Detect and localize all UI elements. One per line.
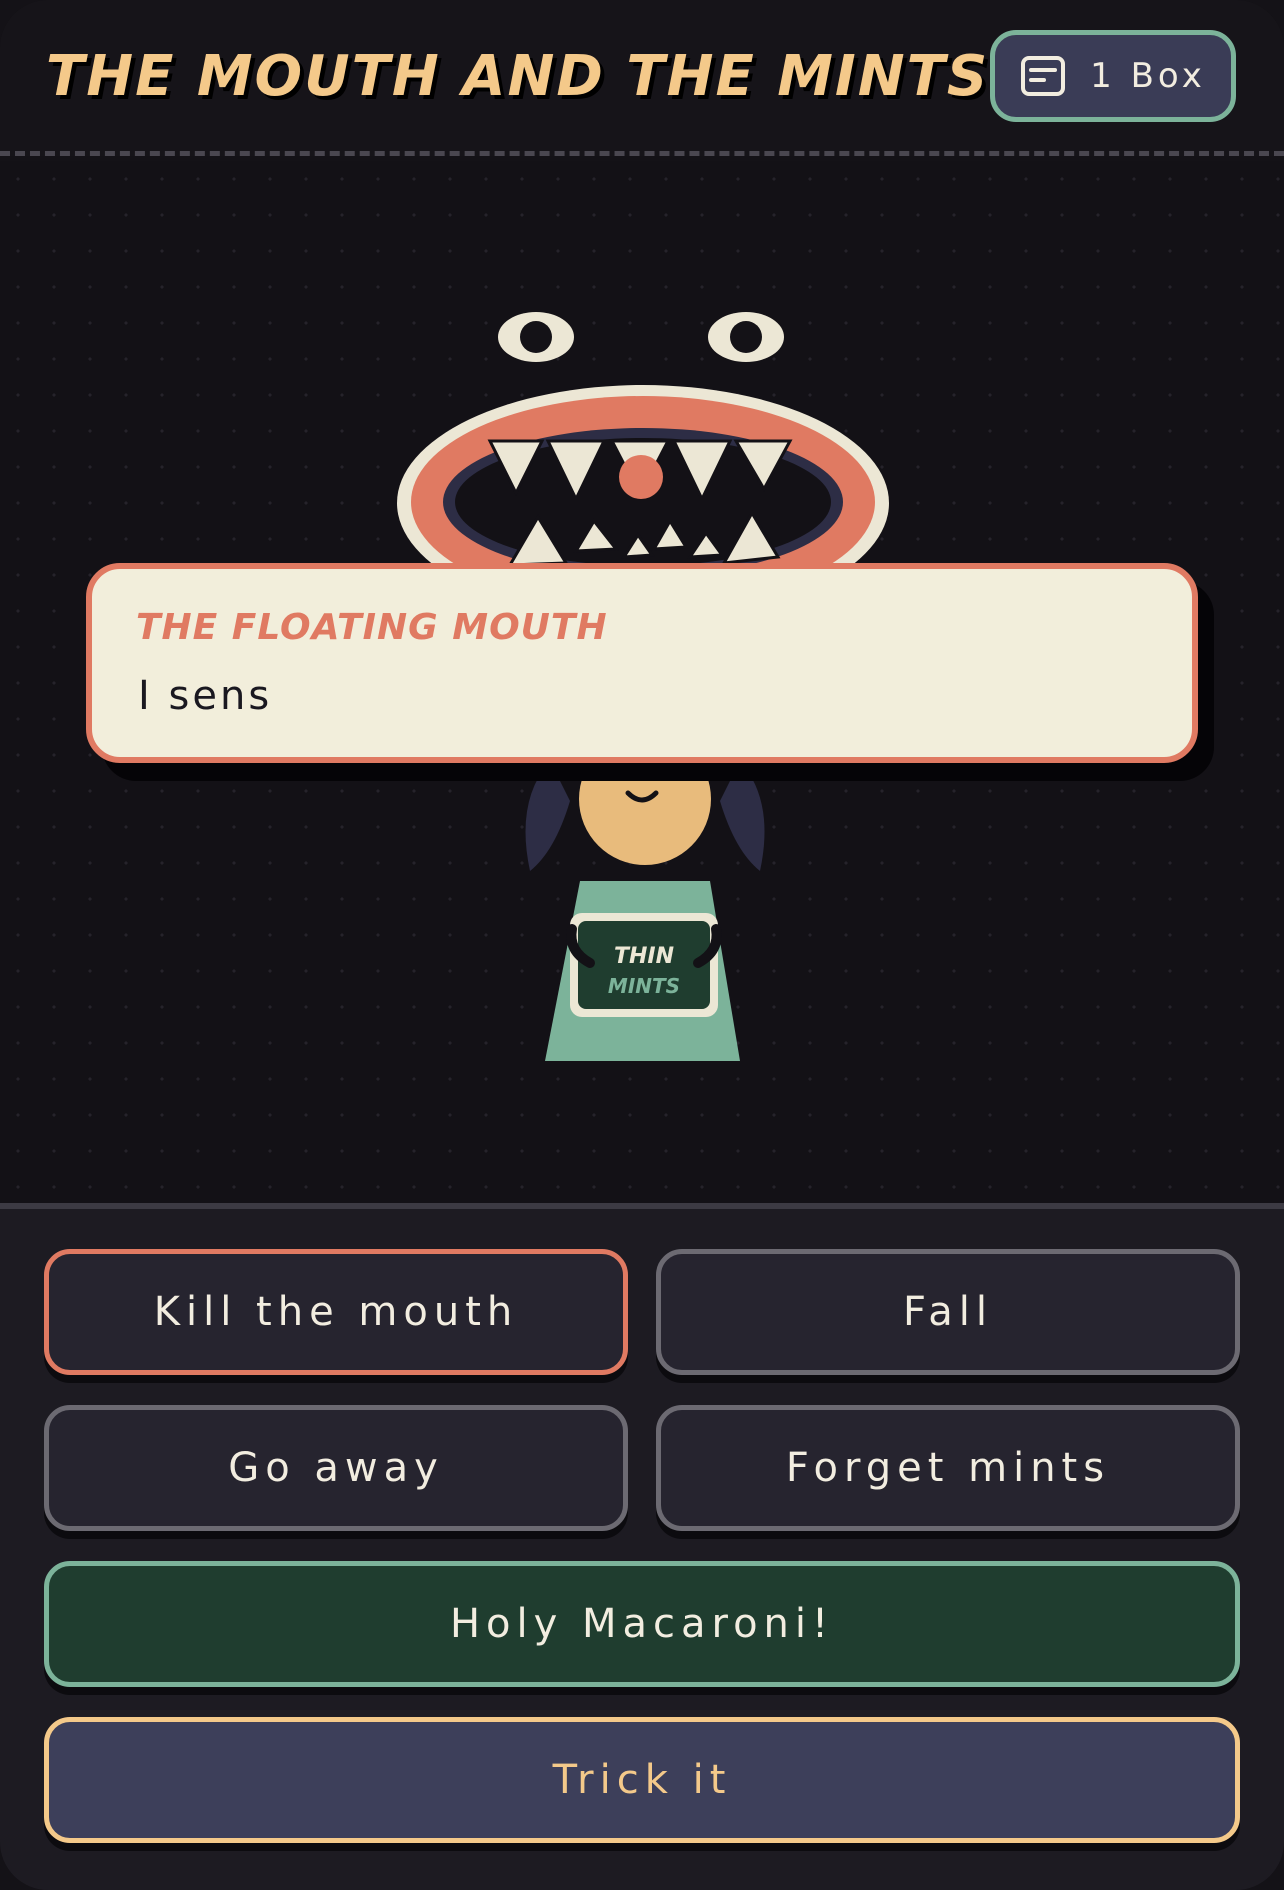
game-screen: THE MOUTH AND THE MINTS 1 Box THIN MINTS… [0, 0, 1284, 1890]
inventory-count: 1 Box [1090, 56, 1206, 96]
choice-forget-mints[interactable]: Forget mints [656, 1405, 1240, 1531]
scene-area: THIN MINTS THE FLOATING MOUTH I sens [0, 161, 1284, 1203]
choices-panel: Kill the mouth Fall Go away Forget mints… [0, 1203, 1284, 1890]
choice-fall[interactable]: Fall [656, 1249, 1240, 1375]
choice-go-away[interactable]: Go away [44, 1405, 628, 1531]
girl-scout-character: THIN MINTS [525, 741, 765, 1061]
inventory-button[interactable]: 1 Box [990, 30, 1236, 122]
header-bar: THE MOUTH AND THE MINTS 1 Box [0, 0, 1284, 156]
dialog-speaker: THE FLOATING MOUTH [136, 607, 608, 648]
box-label-thin: THIN [614, 944, 674, 969]
choice-trick-it[interactable]: Trick it [44, 1717, 1240, 1843]
box-label-mints: MINTS [608, 974, 680, 998]
dialog-box: THE FLOATING MOUTH I sens [86, 563, 1198, 763]
dialog-text: I sens [138, 673, 273, 719]
note-icon [1021, 56, 1066, 96]
choice-kill-the-mouth[interactable]: Kill the mouth [44, 1249, 628, 1375]
game-title: THE MOUTH AND THE MINTS [46, 44, 990, 109]
mouth-eyes [498, 312, 784, 362]
choice-holy-macaroni[interactable]: Holy Macaroni! [44, 1561, 1240, 1687]
